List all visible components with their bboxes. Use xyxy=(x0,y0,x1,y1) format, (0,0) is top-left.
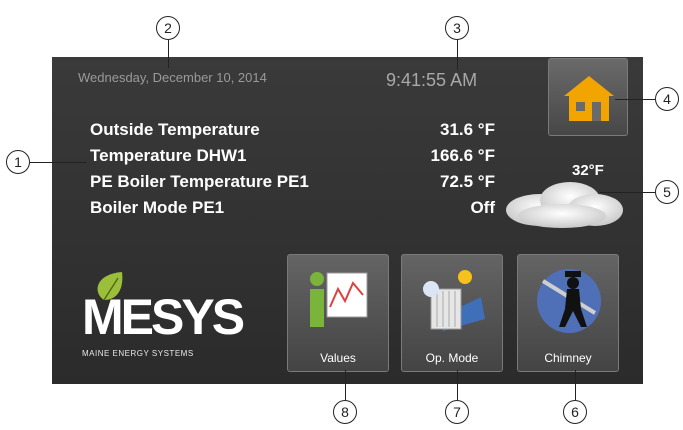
chimney-tile[interactable]: Chimney xyxy=(517,254,619,372)
reading-value-boiler-mode: Off xyxy=(470,198,495,217)
callout-2: 2 xyxy=(156,16,180,40)
reading-value-boiler-temp: 72.5 °F xyxy=(440,172,495,191)
op-mode-tile[interactable]: Op. Mode xyxy=(401,254,503,372)
time-display: 9:41:55 AM xyxy=(386,70,478,90)
op-mode-label: Op. Mode xyxy=(425,351,479,365)
values-chart-icon xyxy=(310,272,368,327)
callout-line-4 xyxy=(615,99,655,100)
reading-label-boiler-temp: PE Boiler Temperature PE1 xyxy=(90,172,309,191)
callout-line-8 xyxy=(345,370,346,400)
values-label: Values xyxy=(320,351,356,365)
callout-6: 6 xyxy=(563,400,587,424)
callout-4: 4 xyxy=(655,87,679,111)
callout-1: 1 xyxy=(6,150,30,174)
callout-line-1 xyxy=(30,162,86,163)
callout-line-5 xyxy=(600,192,655,193)
callout-line-3 xyxy=(457,40,458,70)
weather-temperature: 32°F xyxy=(572,162,604,179)
callout-5: 5 xyxy=(655,180,679,204)
chimney-label: Chimney xyxy=(544,351,592,365)
reading-label-outside-temp: Outside Temperature xyxy=(90,120,260,139)
callout-line-2 xyxy=(168,40,169,68)
chimney-sweep-icon xyxy=(537,269,601,333)
callout-line-6 xyxy=(575,370,576,400)
op-mode-icon xyxy=(423,270,485,331)
reading-label-dhw1: Temperature DHW1 xyxy=(90,146,247,165)
logo-wordmark: MESYS xyxy=(82,289,245,345)
home-button[interactable] xyxy=(548,58,628,136)
callout-3: 3 xyxy=(445,16,469,40)
values-tile[interactable]: Values xyxy=(287,254,389,372)
logo-subtitle: MAINE ENERGY SYSTEMS xyxy=(82,349,194,358)
cloud-icon[interactable] xyxy=(500,178,626,230)
callout-line-7 xyxy=(457,370,458,400)
home-icon xyxy=(564,76,614,121)
date-display: Wednesday, December 10, 2014 xyxy=(78,70,267,85)
reading-value-outside-temp: 31.6 °F xyxy=(440,120,495,139)
reading-value-dhw1: 166.6 °F xyxy=(430,146,495,165)
reading-label-boiler-mode: Boiler Mode PE1 xyxy=(90,198,225,217)
callout-8: 8 xyxy=(333,400,357,424)
callout-7: 7 xyxy=(445,400,469,424)
